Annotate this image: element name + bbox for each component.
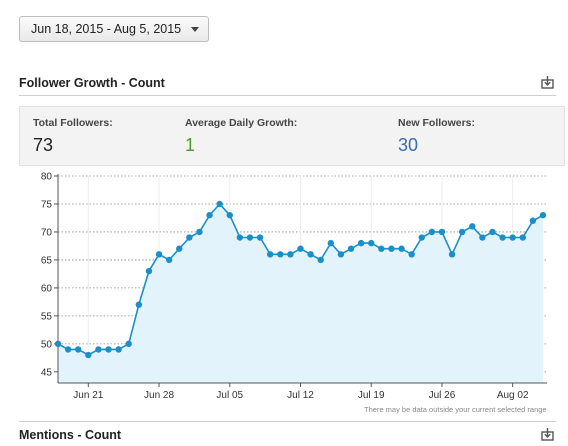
data-point [287, 251, 294, 258]
data-point [125, 340, 132, 348]
stat-label: Average Daily Growth: [185, 117, 298, 129]
x-tick-label: Jul 05 [216, 390, 243, 401]
data-point [297, 245, 304, 252]
data-point [448, 251, 456, 258]
data-point [489, 228, 496, 236]
data-point [246, 234, 254, 241]
data-point [337, 251, 345, 258]
stats-panel: Total Followers: 73 Average Daily Growth… [19, 106, 565, 166]
data-point [186, 234, 193, 241]
y-tick-label: 75 [41, 199, 53, 210]
y-tick-label: 45 [41, 367, 53, 378]
section-title-mentions: Mentions - Count [19, 428, 122, 442]
stat-value: 30 [398, 135, 419, 155]
data-point [428, 228, 436, 236]
data-point [357, 239, 365, 247]
stat-label: New Followers: [398, 117, 476, 129]
data-point [165, 256, 173, 264]
data-point [307, 251, 314, 258]
data-point [206, 211, 213, 219]
stat-value: 1 [185, 135, 196, 155]
y-tick-label: 60 [41, 283, 53, 294]
download-icon[interactable] [541, 76, 554, 89]
x-tick-label: Jul 26 [429, 390, 456, 401]
section-divider [19, 421, 556, 422]
x-tick-label: Jul 12 [287, 390, 314, 401]
data-point [145, 267, 153, 275]
data-point [266, 251, 274, 258]
section-title-follower-growth: Follower Growth - Count [19, 76, 165, 90]
y-tick-label: 80 [41, 172, 53, 183]
date-range-value: Jun 18, 2015 - Aug 5, 2015 [31, 22, 182, 36]
x-tick-label: Jul 19 [358, 390, 385, 401]
data-point [216, 200, 223, 208]
data-point [539, 211, 547, 219]
data-point [155, 251, 163, 258]
data-point [469, 223, 476, 230]
chevron-down-icon [191, 27, 199, 32]
data-point [196, 228, 203, 236]
data-point [64, 346, 72, 353]
x-tick-label: Aug 02 [497, 390, 529, 401]
data-point [408, 251, 415, 258]
data-point [135, 301, 143, 308]
data-point [458, 228, 466, 236]
data-point [388, 245, 395, 252]
x-tick-label: Jun 21 [73, 390, 103, 401]
data-point [256, 234, 264, 241]
follower-growth-chart: 45 50 55 60 65 70 75 80 Jun 21 Jun 28 Jul 05 Jul 12… [41, 172, 547, 414]
data-point [75, 346, 82, 353]
data-point [398, 245, 405, 252]
data-point [115, 346, 122, 353]
section-divider [19, 95, 556, 96]
y-tick-label: 50 [41, 339, 53, 350]
y-tick-label: 70 [41, 227, 53, 238]
data-point [378, 245, 385, 252]
date-range-dropdown[interactable]: Jun 18, 2015 - Aug 5, 2015 [19, 16, 209, 42]
stat-new-followers: New Followers: 30 [398, 117, 475, 156]
data-point [368, 239, 375, 247]
chart-range-note: There may be data outside your current s… [364, 405, 547, 414]
data-point [479, 234, 486, 241]
data-point [176, 245, 183, 252]
y-tick-label: 55 [41, 311, 53, 322]
data-point [438, 228, 446, 236]
stat-label: Total Followers: [33, 117, 113, 129]
stat-total-followers: Total Followers: 73 [33, 117, 113, 156]
data-point [509, 234, 516, 241]
data-point [95, 346, 102, 353]
data-point [277, 251, 284, 258]
data-point [529, 217, 537, 224]
y-tick-label: 65 [41, 255, 53, 266]
data-point [327, 239, 335, 247]
download-icon[interactable] [541, 428, 554, 441]
x-tick-label: Jun 28 [144, 390, 174, 401]
data-point [54, 340, 62, 348]
data-point [418, 234, 425, 241]
stat-average-daily-growth: Average Daily Growth: 1 [185, 117, 297, 156]
stat-value: 73 [33, 135, 54, 155]
data-point [105, 346, 112, 353]
data-point [226, 211, 233, 219]
data-point [519, 234, 526, 241]
data-point [85, 351, 92, 359]
data-point [499, 234, 506, 241]
data-point [317, 256, 324, 264]
data-point [236, 234, 244, 241]
data-point [347, 245, 355, 252]
